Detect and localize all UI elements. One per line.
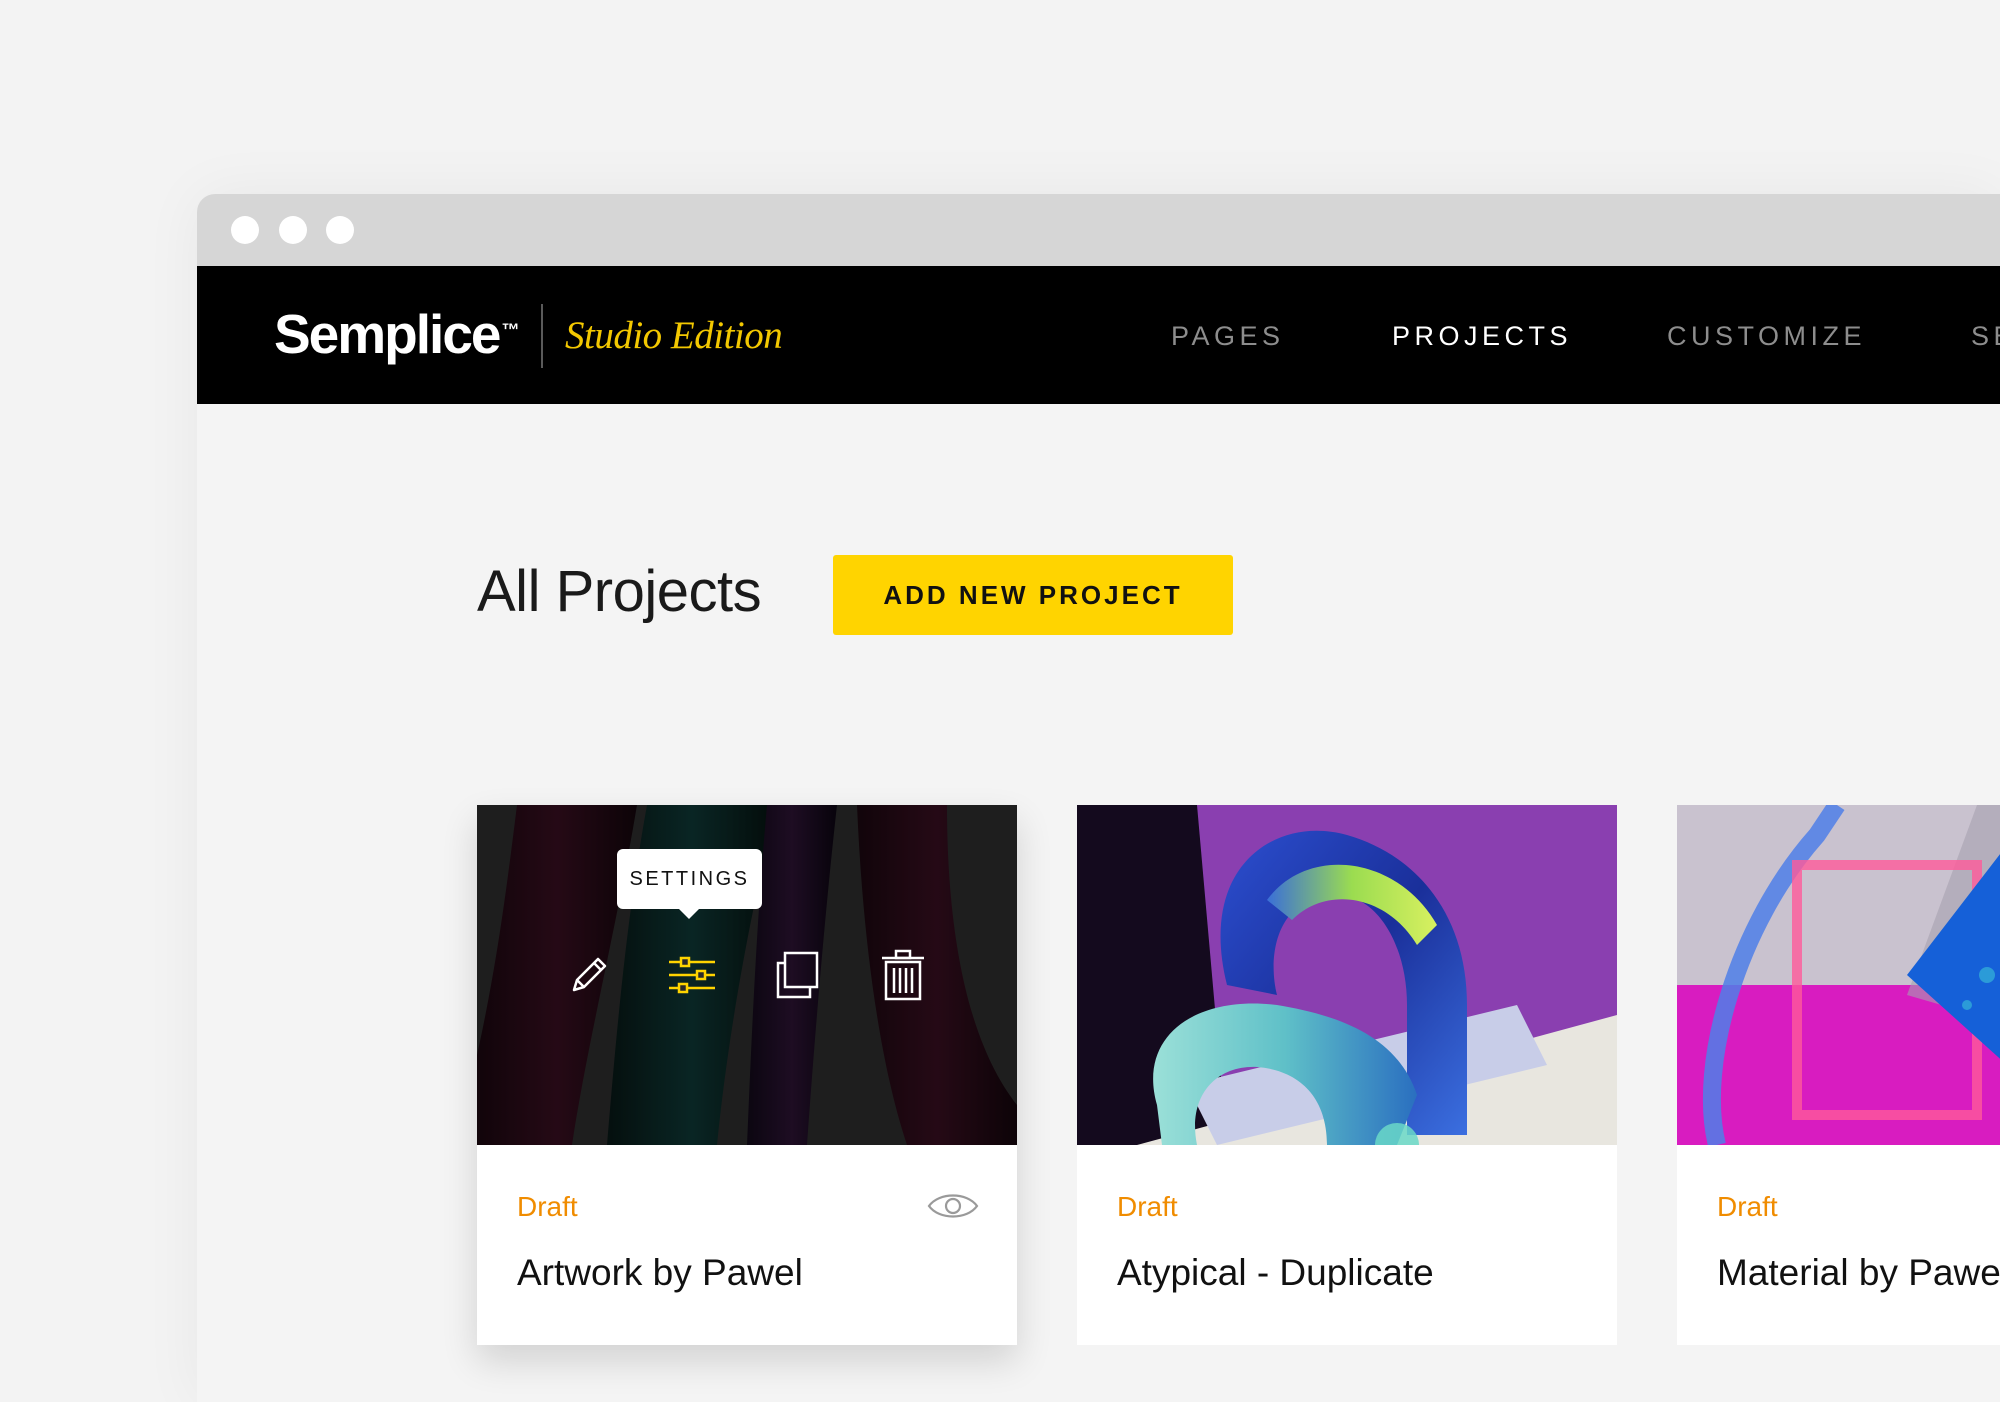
project-card[interactable]: Draft Material by Pawe <box>1677 805 2000 1345</box>
project-title[interactable]: Artwork by Pawel <box>517 1251 803 1295</box>
nav-pages[interactable]: PAGES <box>1171 320 1285 352</box>
sliders-icon[interactable] <box>665 948 719 1002</box>
project-title[interactable]: Atypical - Duplicate <box>1117 1251 1434 1295</box>
window-maximize-dot[interactable] <box>326 216 354 244</box>
project-title[interactable]: Material by Pawe <box>1717 1251 2000 1295</box>
project-thumbnail[interactable] <box>1077 805 1617 1145</box>
project-card[interactable]: SETTINGS Draft Artwork by Pawel <box>477 805 1017 1345</box>
add-new-project-button[interactable]: ADD NEW PROJECT <box>833 555 1233 635</box>
browser-window: Semplice ™ Studio Edition PAGES PROJECTS … <box>197 194 2000 1402</box>
window-close-dot[interactable] <box>231 216 259 244</box>
trademark-symbol: ™ <box>501 320 520 340</box>
project-card[interactable]: Draft Atypical - Duplicate <box>1077 805 1617 1345</box>
nav-projects[interactable]: PROJECTS <box>1392 320 1572 352</box>
window-minimize-dot[interactable] <box>279 216 307 244</box>
project-thumbnail[interactable]: SETTINGS <box>477 805 1017 1145</box>
semplice-logo[interactable]: Semplice ™ <box>274 298 520 370</box>
pencil-icon[interactable] <box>562 948 616 1002</box>
nav-settings[interactable]: SE <box>1971 320 2000 352</box>
status-badge: Draft <box>1717 1191 1778 1222</box>
status-badge: Draft <box>1117 1191 1178 1222</box>
top-navbar: Semplice ™ Studio Edition PAGES PROJECTS … <box>197 266 2000 404</box>
window-titlebar <box>197 194 2000 266</box>
logo-divider <box>541 304 543 368</box>
page-title: All Projects <box>477 559 762 624</box>
status-badge: Draft <box>517 1191 578 1222</box>
material-thumbnail-image <box>1677 805 2000 1145</box>
duplicate-icon[interactable] <box>770 948 824 1002</box>
trash-icon[interactable] <box>876 948 930 1002</box>
edition-label: Studio Edition <box>565 314 783 357</box>
atypical-thumbnail-image <box>1077 805 1617 1145</box>
project-thumbnail[interactable] <box>1677 805 2000 1145</box>
nav-customize[interactable]: CUSTOMIZE <box>1667 320 1866 352</box>
eye-icon[interactable] <box>927 1186 979 1226</box>
logo-text: Semplice <box>274 303 502 365</box>
settings-tooltip: SETTINGS <box>617 849 762 919</box>
